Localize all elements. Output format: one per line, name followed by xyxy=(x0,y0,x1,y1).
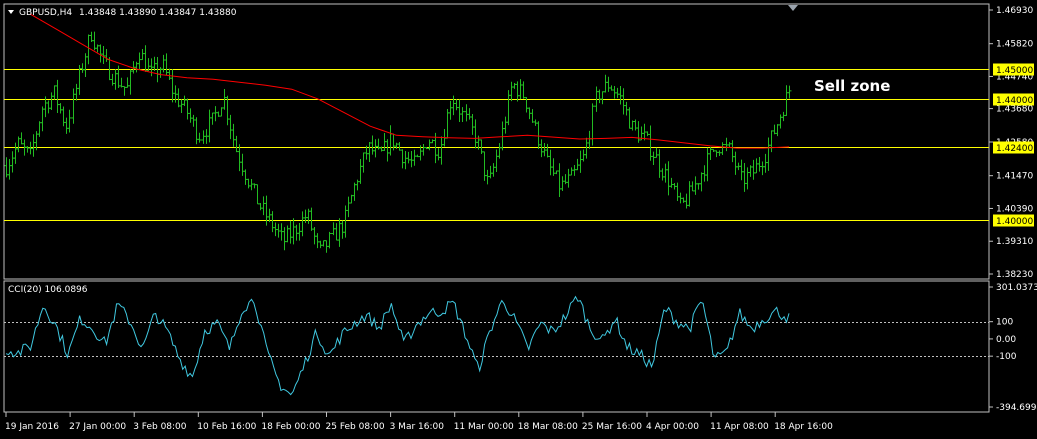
level-price-tag-label: 1.44000 xyxy=(996,96,1033,106)
price-tick-label: 1.43680 xyxy=(996,105,1033,115)
sell-zone-annotation[interactable]: Sell zone xyxy=(814,77,890,95)
time-tick-label: 3 Mar 16:00 xyxy=(390,422,445,432)
time-tick-label: 3 Feb 08:00 xyxy=(133,422,187,432)
price-tick-label: 1.41470 xyxy=(996,172,1033,182)
trading-chart[interactable]: 1.469301.458201.447401.436801.425801.414… xyxy=(0,0,1037,439)
time-tick-label: 19 Jan 2016 xyxy=(5,422,59,432)
price-tick-label: 1.39310 xyxy=(996,237,1033,247)
price-tick-label: 1.45820 xyxy=(996,40,1033,50)
cci-tick-label: -100 xyxy=(996,352,1017,362)
cci-tick-label: 100 xyxy=(996,318,1013,328)
chart-background xyxy=(0,0,1037,439)
level-price-tag-label: 1.42400 xyxy=(996,144,1033,154)
chart-symbol-header: GBPUSD,H4 xyxy=(19,8,72,18)
time-tick-label: 25 Mar 16:00 xyxy=(582,422,642,432)
price-tick-label: 1.46930 xyxy=(996,6,1033,16)
cci-indicator-header: CCI(20) 106.0896 xyxy=(8,285,88,295)
chart-ohlc-header: 1.43848 1.43890 1.43847 1.43880 xyxy=(79,8,237,18)
cci-tick-label: -394.6994 xyxy=(996,403,1037,413)
time-tick-label: 4 Apr 00:00 xyxy=(646,422,699,432)
time-tick-label: 27 Jan 00:00 xyxy=(69,422,126,432)
time-tick-label: 10 Feb 16:00 xyxy=(197,422,256,432)
time-tick-label: 11 Mar 00:00 xyxy=(454,422,514,432)
level-price-tag-label: 1.40000 xyxy=(996,217,1033,227)
time-tick-label: 18 Apr 16:00 xyxy=(774,422,833,432)
time-tick-label: 18 Feb 00:00 xyxy=(261,422,320,432)
cci-tick-label: 0.00 xyxy=(996,335,1016,345)
price-tick-label: 1.40390 xyxy=(996,204,1033,214)
price-tick-label: 1.38230 xyxy=(996,270,1033,280)
time-tick-label: 25 Feb 08:00 xyxy=(326,422,385,432)
level-price-tag-label: 1.45000 xyxy=(996,66,1033,76)
time-tick-label: 18 Mar 08:00 xyxy=(518,422,578,432)
time-tick-label: 11 Apr 08:00 xyxy=(710,422,769,432)
cci-tick-label: 301.0373 xyxy=(996,283,1037,293)
